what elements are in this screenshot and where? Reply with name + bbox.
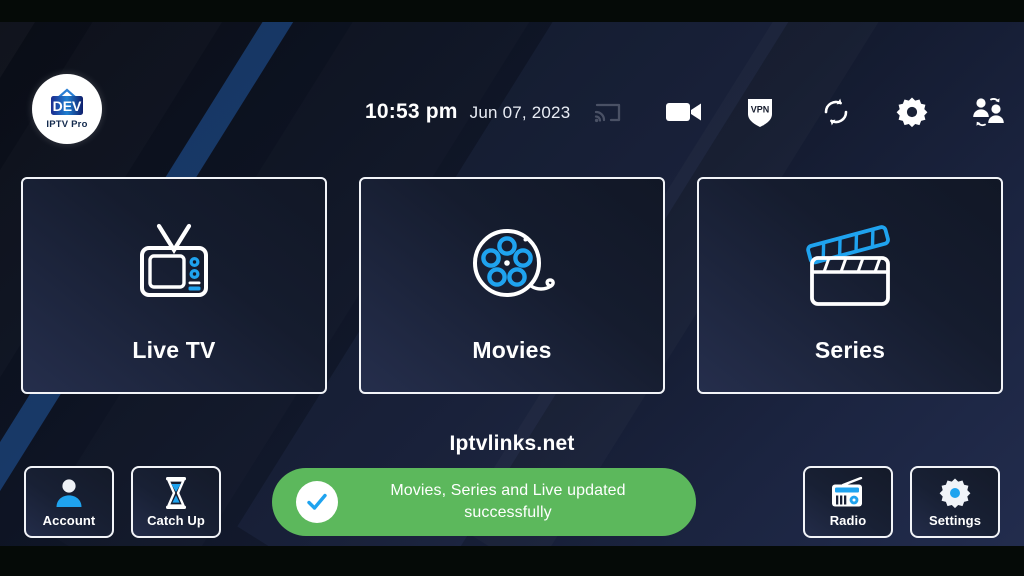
card-label: Movies <box>472 337 552 363</box>
toast-message: Movies, Series and Live updated successf… <box>390 482 626 521</box>
film-reel-icon <box>465 213 559 323</box>
clapperboard-icon <box>798 213 902 323</box>
letterbox-top <box>0 0 1024 22</box>
button-label: Radio <box>829 513 867 528</box>
cast-icon[interactable] <box>588 92 628 132</box>
television-icon <box>129 213 219 323</box>
card-label: Series <box>814 337 886 363</box>
radio-button[interactable]: Radio <box>803 466 893 538</box>
letterbox-bottom <box>0 546 1024 576</box>
button-label: Account <box>42 513 96 528</box>
switch-user-icon[interactable] <box>968 92 1008 132</box>
current-date: Jun 07, 2023 <box>469 103 571 122</box>
app-screen: DEV IPTV Pro 10:53 pm Jun 07, 2023 VPN L… <box>0 0 1024 576</box>
card-label: Live TV <box>132 337 216 363</box>
current-time: 10:53 pm <box>365 100 458 123</box>
app-logo: DEV IPTV Pro <box>32 74 102 144</box>
person-icon <box>53 476 85 510</box>
gear-icon[interactable] <box>892 92 932 132</box>
logo-tv-icon: DEV <box>43 88 91 118</box>
vpn-shield-icon[interactable]: VPN <box>740 92 780 132</box>
gear-icon <box>939 476 971 510</box>
card-live-tv[interactable]: Live TV <box>21 177 327 394</box>
radio-icon <box>830 476 866 510</box>
clock-block: 10:53 pm Jun 07, 2023 <box>365 100 570 124</box>
card-movies[interactable]: Movies <box>359 177 665 394</box>
status-toast[interactable]: Movies, Series and Live updated successf… <box>272 468 696 536</box>
catch-up-button[interactable]: Catch Up <box>131 466 221 538</box>
button-label: Catch Up <box>147 513 205 528</box>
logo-sub-text: IPTV Pro <box>46 119 88 130</box>
card-series[interactable]: Series <box>697 177 1003 394</box>
check-circle-icon <box>296 481 338 523</box>
button-label: Settings <box>928 513 982 528</box>
hourglass-icon <box>161 476 191 510</box>
header-bar: DEV IPTV Pro 10:53 pm Jun 07, 2023 VPN <box>0 22 1024 162</box>
logo-mark-text: DEV <box>53 98 82 114</box>
header-icon-row: VPN <box>588 92 1008 132</box>
account-button[interactable]: Account <box>24 466 114 538</box>
main-card-row: Live TV Movies Series <box>0 177 1024 397</box>
website-url: Iptvlinks.net <box>449 432 575 455</box>
video-camera-icon[interactable] <box>664 92 704 132</box>
settings-button[interactable]: Settings <box>910 466 1000 538</box>
app-background: DEV IPTV Pro 10:53 pm Jun 07, 2023 VPN L… <box>0 22 1024 546</box>
refresh-icon[interactable] <box>816 92 856 132</box>
vpn-label: VPN <box>751 105 770 115</box>
